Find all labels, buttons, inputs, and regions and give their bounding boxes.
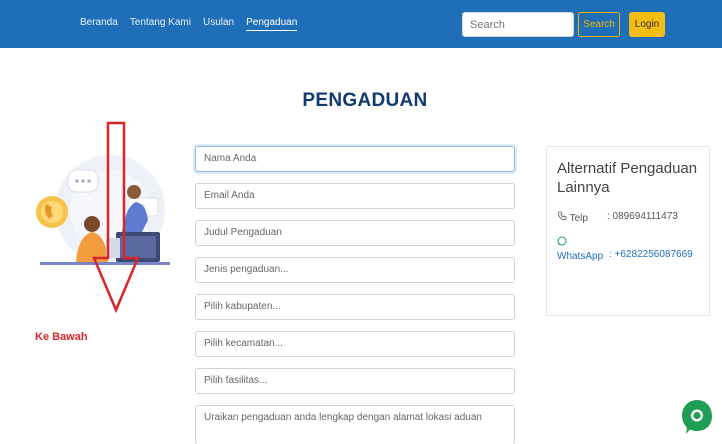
whatsapp-value[interactable]: : +6282256087669 (609, 236, 699, 263)
annotation-label: Ke Bawah (35, 331, 88, 343)
regency-select[interactable]: Pilih kabupaten... (195, 294, 515, 320)
alternative-contact-card: Alternatif Pengaduan Lainnya Telp : 0896… (546, 146, 710, 316)
down-arrow-annotation (92, 121, 140, 314)
search-button[interactable]: Search (578, 12, 620, 37)
search-input[interactable] (462, 12, 574, 37)
district-select[interactable]: Pilih kecamatan... (195, 331, 515, 357)
whatsapp-icon (557, 236, 567, 246)
name-field[interactable]: Nama Anda (195, 146, 515, 172)
page-title: PENGADUAN (302, 90, 428, 111)
description-textarea[interactable]: Uraikan pengaduan anda lengkap dengan al… (195, 405, 515, 444)
phone-icon (558, 211, 567, 221)
telp-value[interactable]: : 089694111473 (607, 211, 699, 224)
navbar: Beranda Tentang Kami Usulan Pengaduan Se… (0, 0, 722, 48)
email-field[interactable]: Email Anda (195, 183, 515, 209)
complaint-title-field[interactable]: Judul Pengaduan (195, 220, 515, 246)
nav-item-pengaduan[interactable]: Pengaduan (246, 17, 298, 31)
login-button[interactable]: Login (629, 12, 665, 37)
complaint-form: Nama Anda Email Anda Judul Pengaduan Jen… (195, 146, 515, 444)
telp-label: Telp (569, 213, 588, 224)
facility-select[interactable]: Pilih fasilitas... (195, 368, 515, 394)
nav-item-beranda[interactable]: Beranda (80, 17, 118, 31)
whatsapp-label: WhatsApp (557, 251, 604, 262)
complaint-type-select[interactable]: Jenis pengaduan... (195, 257, 515, 283)
nav-item-usulan[interactable]: Usulan (203, 17, 234, 31)
telp-row: Telp : 089694111473 (557, 211, 699, 224)
whatsapp-row: WhatsApp : +6282256087669 (557, 236, 699, 263)
card-title: Alternatif Pengaduan Lainnya (557, 160, 698, 196)
whatsapp-chat-icon[interactable] (680, 398, 714, 436)
nav-links: Beranda Tentang Kami Usulan Pengaduan (80, 17, 309, 31)
nav-item-tentang-kami[interactable]: Tentang Kami (130, 17, 191, 31)
